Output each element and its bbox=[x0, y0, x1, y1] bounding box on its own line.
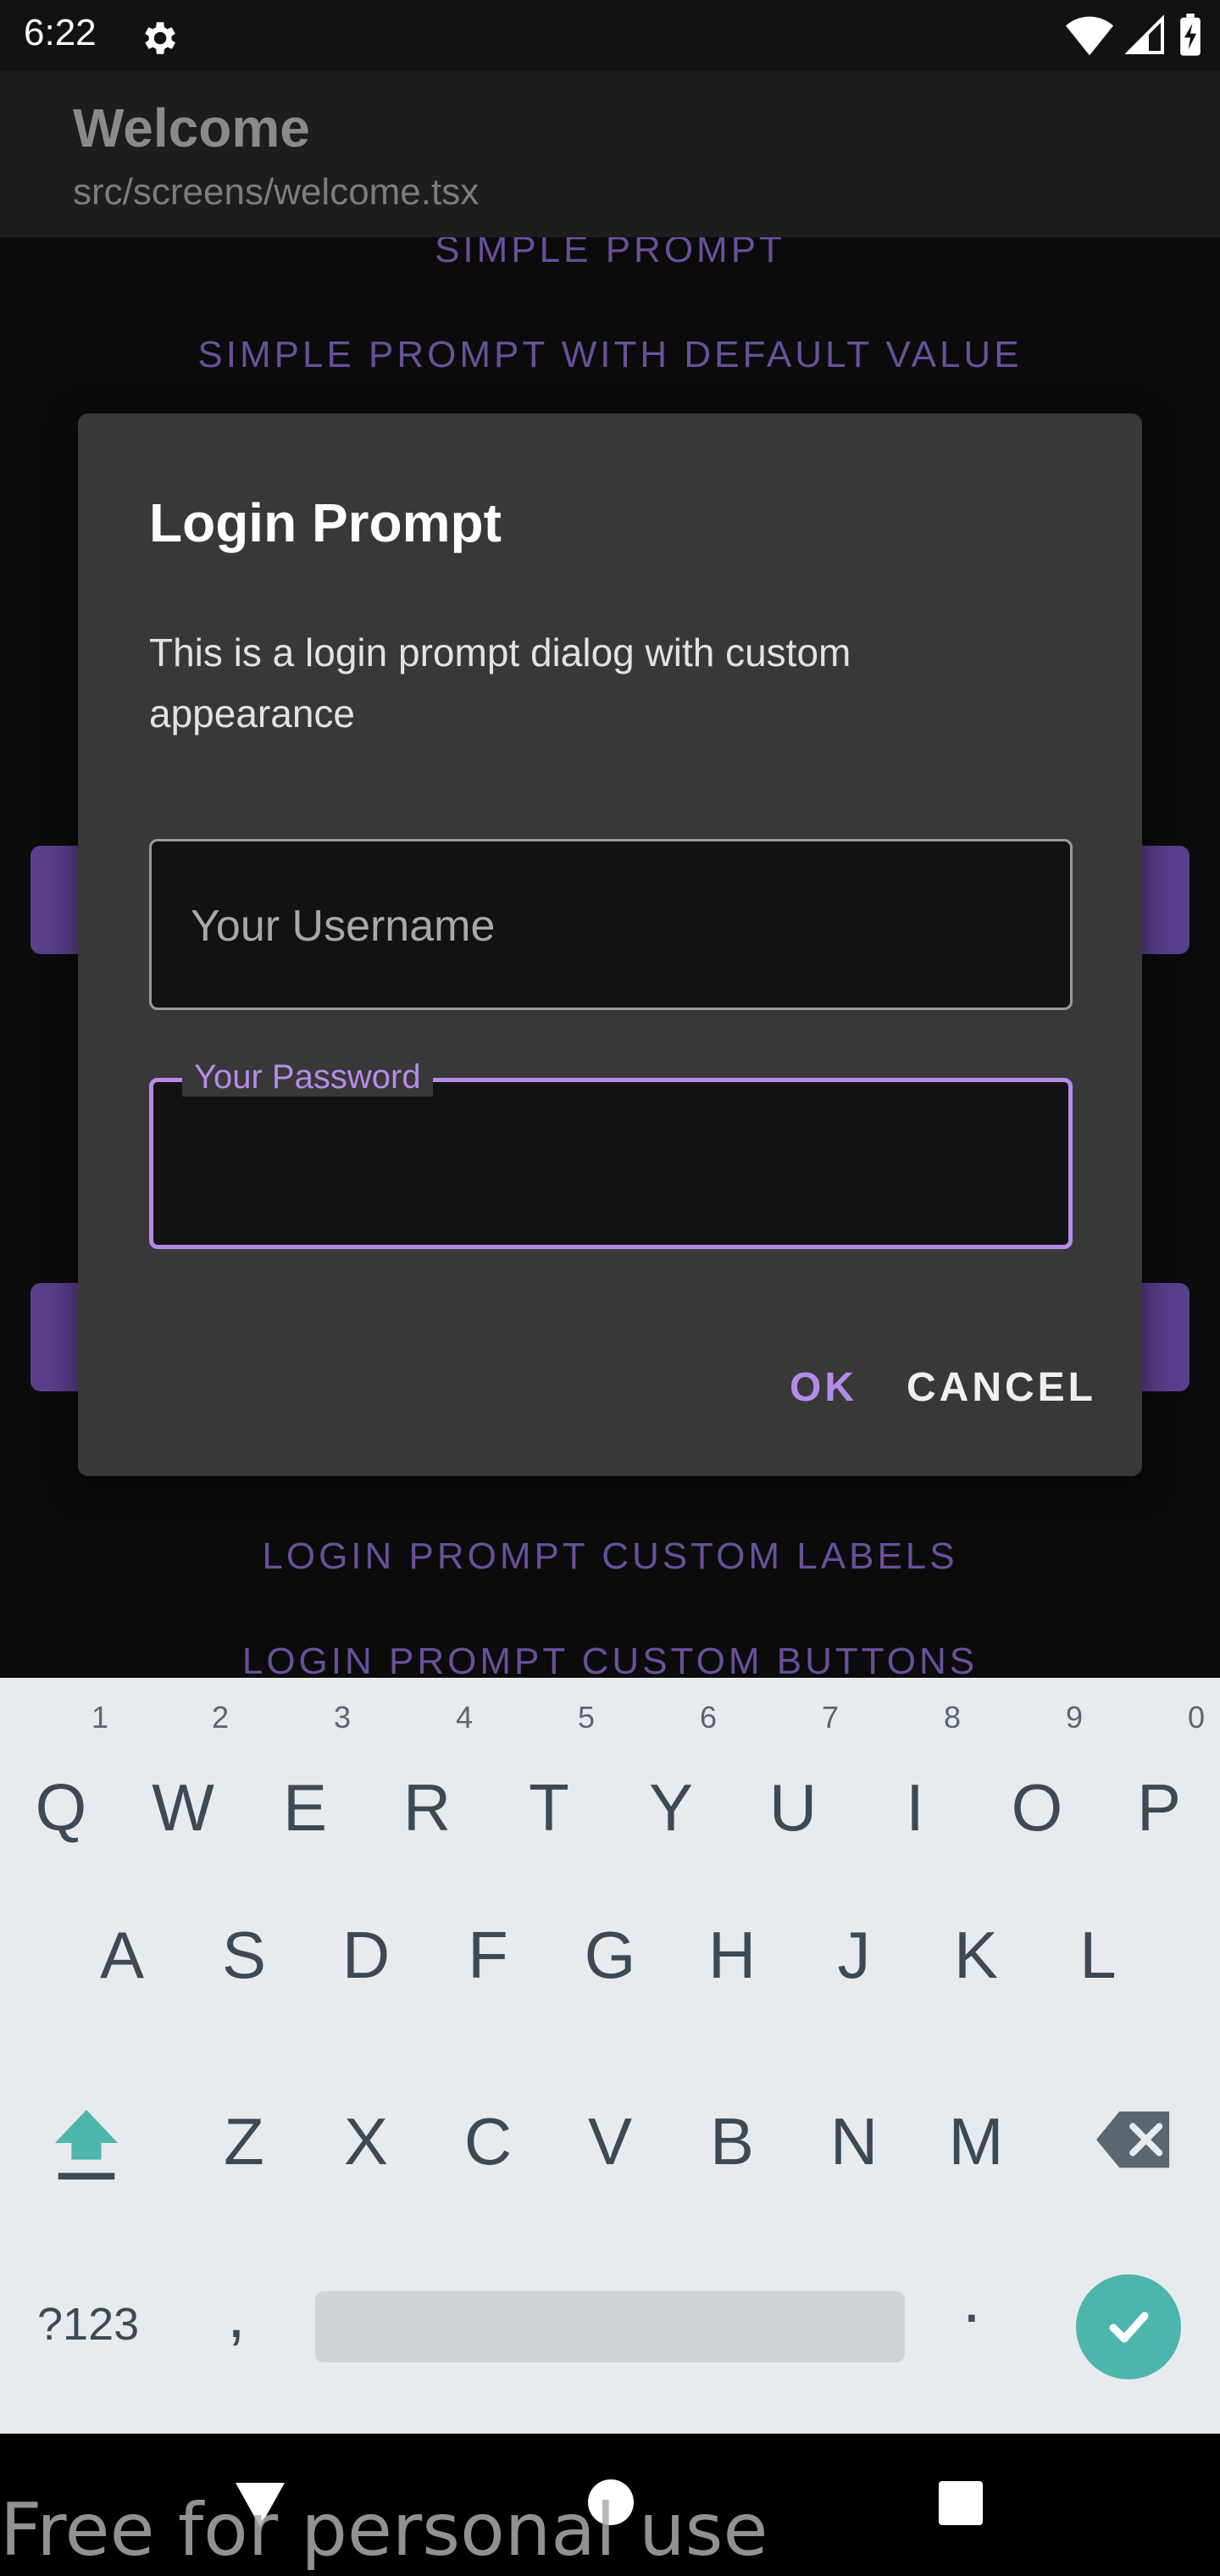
shift-icon[interactable] bbox=[51, 2107, 122, 2183]
key-f[interactable]: F bbox=[437, 1917, 539, 1994]
key-x[interactable]: X bbox=[315, 2103, 417, 2180]
app-header: Welcome src/screens/welcome.tsx bbox=[0, 71, 1220, 237]
key-m[interactable]: M bbox=[925, 2103, 1027, 2180]
key-b[interactable]: B bbox=[681, 2103, 783, 2180]
key-o[interactable]: O bbox=[986, 1769, 1088, 1846]
login-prompt-dialog: Login Prompt This is a login prompt dial… bbox=[78, 414, 1142, 1476]
ok-button[interactable]: OK bbox=[790, 1364, 857, 1411]
simple-prompt-default-link: SIMPLE PROMPT WITH DEFAULT VALUE bbox=[197, 334, 1023, 375]
wifi-icon bbox=[1066, 16, 1113, 56]
login-custom-labels-link: LOGIN PROMPT CUSTOM LABELS bbox=[262, 1535, 958, 1577]
key-p[interactable]: P bbox=[1108, 1769, 1210, 1846]
key-u[interactable]: U bbox=[742, 1769, 844, 1846]
status-time: 6:22 bbox=[24, 12, 97, 53]
key-y[interactable]: Y bbox=[620, 1769, 722, 1846]
password-label: Your Password bbox=[182, 1058, 433, 1096]
key-d[interactable]: D bbox=[315, 1917, 417, 1994]
page-title: Welcome bbox=[73, 97, 310, 158]
key-i[interactable]: I bbox=[864, 1769, 966, 1846]
key-z[interactable]: Z bbox=[193, 2103, 295, 2180]
key-j[interactable]: J bbox=[803, 1917, 905, 1994]
key-hint-0: 0 bbox=[1188, 1700, 1206, 1735]
key-t[interactable]: T bbox=[498, 1769, 600, 1846]
dialog-message: This is a login prompt dialog with custo… bbox=[149, 630, 851, 736]
settings-gear-icon bbox=[145, 22, 175, 54]
page-subtitle: src/screens/welcome.tsx bbox=[73, 171, 480, 213]
key-a[interactable]: A bbox=[71, 1917, 173, 1994]
key-k[interactable]: K bbox=[925, 1917, 1027, 1994]
username-field[interactable]: Your Username bbox=[149, 839, 1073, 1010]
battery-charging-icon bbox=[1180, 14, 1201, 56]
status-icons bbox=[1066, 14, 1203, 58]
cancel-button[interactable]: CANCEL bbox=[907, 1364, 1096, 1411]
cell-signal-icon bbox=[1125, 15, 1164, 54]
username-placeholder: Your Username bbox=[191, 902, 496, 951]
key-l[interactable]: L bbox=[1047, 1917, 1149, 1994]
watermark-text: Free for personal use bbox=[0, 2488, 768, 2573]
key-h[interactable]: H bbox=[681, 1917, 783, 1994]
key-hint-7: 7 bbox=[822, 1700, 840, 1735]
key-v[interactable]: V bbox=[559, 2103, 661, 2180]
key-hint-2: 2 bbox=[212, 1700, 230, 1735]
dialog-actions: OK CANCEL bbox=[790, 1364, 1096, 1411]
checkmark-icon bbox=[1109, 2312, 1149, 2343]
key-hint-5: 5 bbox=[578, 1700, 596, 1735]
key-hint-8: 8 bbox=[944, 1700, 962, 1735]
login-custom-buttons-link: LOGIN PROMPT CUSTOM BUTTONS bbox=[241, 1641, 979, 1678]
key-hint-9: 9 bbox=[1066, 1700, 1084, 1735]
key-hint-1: 1 bbox=[92, 1700, 109, 1735]
key-r[interactable]: R bbox=[376, 1769, 478, 1846]
key-n[interactable]: N bbox=[803, 2103, 905, 2180]
password-field[interactable]: Your Password bbox=[149, 1058, 1073, 1249]
enter-key[interactable] bbox=[1076, 2274, 1181, 2379]
backspace-icon[interactable] bbox=[1096, 2110, 1173, 2169]
symbols-key[interactable]: ?123 bbox=[37, 2298, 139, 2351]
key-q[interactable]: Q bbox=[10, 1769, 112, 1846]
key-g[interactable]: G bbox=[559, 1917, 661, 1994]
comma-key[interactable]: , bbox=[227, 2276, 246, 2353]
key-c[interactable]: C bbox=[437, 2103, 539, 2180]
simple-prompt-link: SIMPLE PROMPT bbox=[435, 237, 785, 270]
dialog-title: Login Prompt bbox=[149, 492, 502, 553]
status-bar: 6:22 bbox=[0, 0, 1220, 71]
key-hint-6: 6 bbox=[700, 1700, 718, 1735]
spacebar[interactable] bbox=[315, 2291, 905, 2362]
key-e[interactable]: E bbox=[254, 1769, 356, 1846]
key-hint-3: 3 bbox=[334, 1700, 352, 1735]
period-key[interactable]: . bbox=[962, 2261, 981, 2338]
key-hint-4: 4 bbox=[456, 1700, 474, 1735]
key-s[interactable]: S bbox=[193, 1917, 295, 1994]
recents-square-icon[interactable] bbox=[939, 2481, 983, 2525]
key-w[interactable]: W bbox=[132, 1769, 234, 1846]
